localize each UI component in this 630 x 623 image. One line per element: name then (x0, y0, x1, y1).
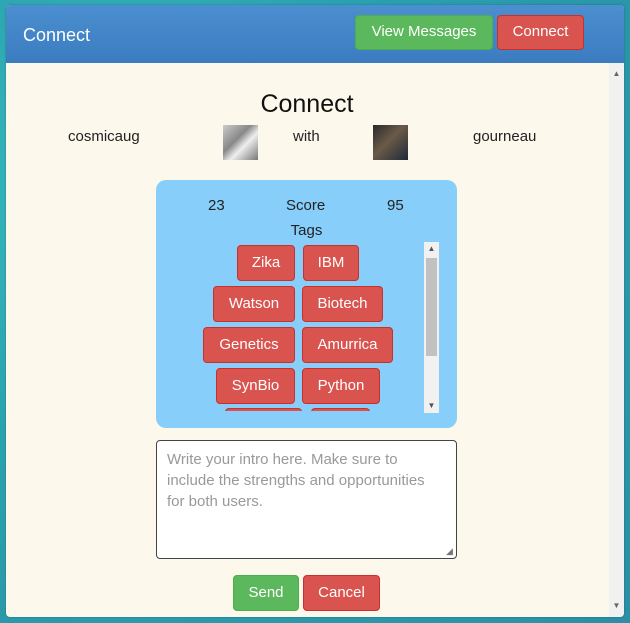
with-label: with (293, 128, 320, 145)
tag-button[interactable]: IBM (303, 245, 359, 281)
tag-button-partial[interactable] (225, 408, 302, 411)
avatar-user-left (223, 125, 258, 160)
tag-button[interactable]: Amurrica (302, 327, 393, 363)
tag-button[interactable]: Biotech (302, 286, 383, 322)
tag-button-partial[interactable] (311, 408, 370, 411)
chevron-down-icon[interactable]: ▼ (609, 599, 624, 613)
connect-form: Connect cosmicaug with gourneau 23 Score… (6, 63, 624, 617)
view-messages-button[interactable]: View Messages (355, 15, 493, 50)
avatar-user-right (373, 125, 408, 160)
top-navbar: Connect View Messages Connect (6, 5, 624, 63)
score-tags-panel: 23 Score 95 Tags Zika IBM Watson Biotech… (156, 180, 457, 428)
user-right-name: gourneau (473, 128, 537, 145)
chevron-down-icon[interactable]: ▼ (424, 399, 439, 413)
tag-button[interactable]: Zika (237, 245, 295, 281)
page-title: Connect (260, 90, 354, 118)
connect-nav-button[interactable]: Connect (497, 15, 584, 50)
tags-label: Tags (290, 222, 323, 239)
resize-grip-icon[interactable]: ◢ (446, 547, 455, 556)
tag-button[interactable]: Python (302, 368, 380, 404)
score-right-value: 95 (387, 197, 404, 214)
chevron-up-icon[interactable]: ▲ (609, 67, 624, 81)
tag-list: Zika IBM Watson Biotech Genetics Amurric… (156, 242, 422, 411)
score-left-value: 23 (208, 197, 225, 214)
app-title[interactable]: Connect (23, 25, 90, 46)
tag-button[interactable]: Watson (213, 286, 295, 322)
send-button[interactable]: Send (233, 575, 299, 611)
tag-button[interactable]: Genetics (203, 327, 295, 363)
cancel-button[interactable]: Cancel (303, 575, 380, 611)
tag-list-scrollbar[interactable]: ▲ ▼ (424, 242, 439, 413)
page-scrollbar[interactable]: ▲ ▼ (609, 63, 624, 617)
tag-scroll-thumb[interactable] (426, 258, 437, 356)
connect-window: Connect View Messages Connect Connect co… (6, 5, 624, 617)
intro-textarea[interactable] (156, 440, 457, 559)
tag-button[interactable]: SynBio (216, 368, 295, 404)
chevron-up-icon[interactable]: ▲ (424, 242, 439, 256)
user-left-name: cosmicaug (68, 128, 140, 145)
score-label: Score (286, 197, 326, 214)
